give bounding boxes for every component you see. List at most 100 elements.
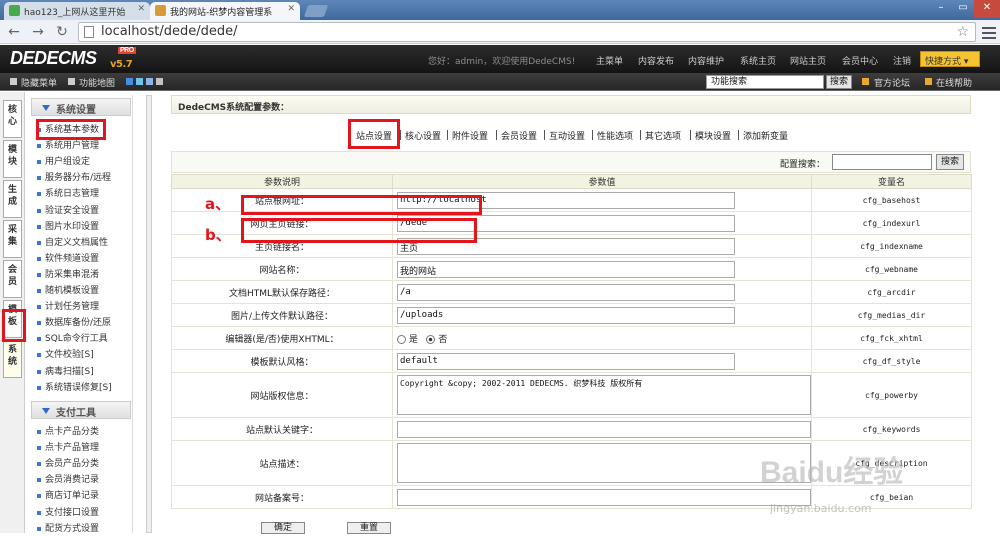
online-help-link[interactable]: 在线帮助 (936, 76, 972, 89)
menu-item[interactable]: 点卡产品分类 (37, 425, 131, 439)
config-tab[interactable]: 会员设置 (501, 129, 537, 142)
skin-light-icon[interactable] (146, 78, 153, 85)
menu-item[interactable]: 会员产品分类 (37, 457, 131, 471)
menu-item[interactable]: 数据库备份/还原 (37, 316, 131, 330)
reset-button[interactable]: 重置 (347, 522, 391, 534)
menu-item[interactable]: SQL命令行工具 (37, 332, 131, 346)
menu-item[interactable]: 系统日志管理 (37, 187, 131, 201)
bookmark-star-icon[interactable]: ☆ (956, 23, 969, 41)
nav-main-menu[interactable]: 主菜单 (596, 54, 623, 67)
column-header-var: 变量名 (811, 174, 972, 189)
menu-item[interactable]: 会员消费记录 (37, 473, 131, 487)
tab-generate[interactable]: 生成 (3, 180, 22, 218)
function-search-button[interactable]: 搜索 (826, 75, 852, 89)
param-input[interactable]: /uploads (397, 306, 735, 324)
config-search-input[interactable] (832, 154, 932, 170)
param-input[interactable]: /a (397, 283, 735, 301)
skin-blue-icon[interactable] (126, 78, 133, 85)
menu-item[interactable]: 自定义文档属性 (37, 236, 131, 250)
quick-menu-button[interactable]: 快捷方式 ▾ (920, 51, 980, 67)
nav-logout[interactable]: 注销 (893, 54, 911, 67)
reload-icon[interactable]: ↻ (52, 22, 72, 42)
function-search-input[interactable]: 功能搜索 (706, 75, 824, 89)
tab-system[interactable]: 系统 (3, 340, 22, 378)
radio-no[interactable] (426, 334, 436, 344)
browser-menu-icon[interactable] (982, 24, 996, 40)
param-input[interactable]: default (397, 352, 735, 370)
menu-item[interactable]: 系统错误修复[S] (37, 381, 131, 395)
menu-item[interactable]: 支付接口设置 (37, 506, 131, 520)
skin-gray-icon[interactable] (156, 78, 163, 85)
menu-item[interactable]: 文件校验[S] (37, 348, 131, 362)
nav-content-maintain[interactable]: 内容维护 (688, 54, 724, 67)
url-text: localhost/dede/dede/ (101, 24, 238, 39)
bullet-icon (37, 385, 41, 390)
forward-icon[interactable]: → (28, 22, 48, 42)
menu-item[interactable]: 计划任务管理 (37, 300, 131, 314)
config-tab[interactable]: 互动设置 (549, 129, 585, 142)
menu-item-label: 点卡产品管理 (45, 443, 100, 454)
tab-core[interactable]: 核心 (3, 100, 22, 138)
menu-item[interactable]: 防采集串混淆 (37, 268, 131, 282)
config-tab[interactable]: 附件设置 (452, 129, 488, 142)
menu-item-label: 用户组设定 (45, 157, 91, 168)
tab-modules[interactable]: 模块 (3, 140, 22, 178)
param-input[interactable] (397, 488, 811, 506)
tab-member[interactable]: 会员 (3, 260, 22, 298)
radio-yes[interactable] (397, 334, 406, 344)
close-window-icon[interactable]: ✕ (974, 0, 1000, 18)
nav-member-center[interactable]: 会员中心 (842, 54, 878, 67)
config-tab[interactable]: 添加新变量 (743, 129, 788, 142)
variable-name: cfg_medias_dir (811, 303, 972, 327)
nav-system-home[interactable]: 系统主页 (740, 54, 776, 67)
menu-item[interactable]: 用户组设定 (37, 155, 131, 169)
menu-section-payment-tools[interactable]: 支付工具 (31, 401, 131, 419)
config-tab[interactable]: 模块设置 (695, 129, 731, 142)
menu-item[interactable]: 软件频道设置 (37, 252, 131, 266)
param-input[interactable] (397, 420, 811, 438)
config-tab[interactable]: 其它选项 (645, 129, 681, 142)
param-textarea[interactable] (397, 443, 811, 483)
new-tab-button[interactable] (303, 5, 329, 17)
menu-item[interactable]: 随机模板设置 (37, 284, 131, 298)
function-map-link[interactable]: 功能地图 (79, 76, 115, 89)
page-favicon-icon (155, 5, 166, 16)
nav-site-home[interactable]: 网站主页 (790, 54, 826, 67)
menu-item[interactable]: 系统用户管理 (37, 139, 131, 153)
menu-item[interactable]: 商店订单记录 (37, 489, 131, 503)
config-search-button[interactable]: 搜索 (936, 154, 964, 170)
table-row: 网站版权信息： Copyright &copy; 2002-2011 DEDECM… (171, 372, 972, 418)
hide-menu-link[interactable]: 隐藏菜单 (21, 76, 57, 89)
close-tab-icon[interactable]: ✕ (287, 4, 295, 14)
tab-collect[interactable]: 采集 (3, 220, 22, 258)
menu-section-system-settings[interactable]: 系统设置 (31, 98, 131, 116)
param-textarea[interactable]: Copyright &copy; 2002-2011 DEDECMS. 织梦科技… (397, 375, 811, 415)
config-tab[interactable]: 核心设置 (405, 129, 441, 142)
back-icon[interactable]: ← (4, 22, 24, 42)
skin-cyan-icon[interactable] (136, 78, 143, 85)
table-header-row: 参数说明 参数值 变量名 (171, 174, 972, 189)
menu-item-label: 软件频道设置 (45, 253, 100, 264)
menu-item[interactable]: 图片水印设置 (37, 220, 131, 234)
edition-badge: PRO (118, 47, 136, 54)
config-tab[interactable]: 性能选项 (597, 129, 633, 142)
browser-tab-hao123[interactable]: hao123_上网从这里开始 ✕ (4, 2, 150, 20)
menu-scrollbar[interactable] (146, 95, 152, 533)
browser-tab-active[interactable]: 我的网站-织梦内容管理系 ✕ (150, 2, 300, 20)
annotation-b: b、 (205, 226, 231, 244)
menu-item[interactable]: 验证安全设置 (37, 204, 131, 218)
close-tab-icon[interactable]: ✕ (137, 4, 145, 14)
menu-item[interactable]: 配货方式设置 (37, 522, 131, 536)
nav-content-publish[interactable]: 内容发布 (638, 54, 674, 67)
minimize-icon[interactable]: – (930, 0, 952, 18)
official-forum-link[interactable]: 官方论坛 (874, 76, 910, 89)
column-header-param: 参数说明 (171, 174, 393, 189)
maximize-icon[interactable]: ▭ (952, 0, 974, 18)
menu-item[interactable]: 病毒扫描[S] (37, 365, 131, 379)
menu-item[interactable]: 点卡产品管理 (37, 441, 131, 455)
menu-item[interactable]: 服务器分布/远程 (37, 171, 131, 185)
address-bar[interactable]: localhost/dede/dede/ ☆ (78, 22, 976, 42)
param-input[interactable]: 我的网站 (397, 260, 735, 278)
collapse-arrow-icon (42, 408, 50, 414)
ok-button[interactable]: 确定 (261, 522, 305, 534)
